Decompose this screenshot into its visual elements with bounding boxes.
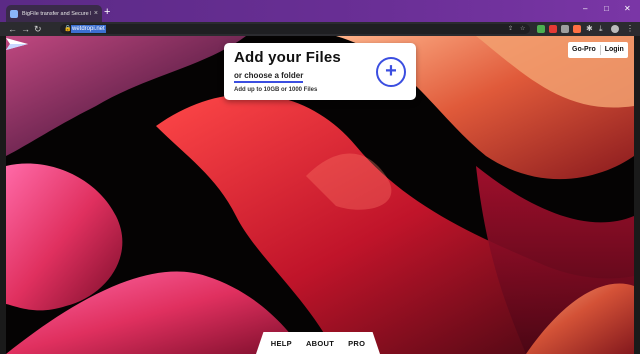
browser-toolbar: ← → ↻ 🔒 wetdropi.net ⇪ ☆ ✱ ⤓ ⋮ <box>0 22 640 36</box>
extension-icon[interactable] <box>573 25 581 33</box>
new-tab-button[interactable]: + <box>104 7 110 18</box>
site-favicon-icon <box>10 9 18 18</box>
address-bar[interactable]: 🔒 wetdropi.net ⇪ ☆ <box>60 24 530 34</box>
forward-button[interactable]: → <box>21 23 30 35</box>
upload-card[interactable]: Add your Files or choose a folder Add up… <box>224 43 416 100</box>
extension-icon[interactable] <box>561 25 569 33</box>
tab-close-icon[interactable]: × <box>94 10 98 17</box>
profile-avatar[interactable] <box>611 25 619 33</box>
tab-title: BigFile transfer and Secure File S <box>22 10 91 17</box>
reload-button[interactable]: ↻ <box>34 23 42 35</box>
browser-tab[interactable]: BigFile transfer and Secure File S × <box>6 5 102 22</box>
download-icon[interactable]: ⤓ <box>599 23 603 35</box>
footer-nav: HELP ABOUT PRO <box>256 332 380 354</box>
browser-menu-icon[interactable]: ⋮ <box>626 23 634 35</box>
footer-link-pro[interactable]: PRO <box>348 339 365 348</box>
bookmark-star-icon[interactable]: ☆ <box>520 25 525 33</box>
share-icon[interactable]: ⇪ <box>508 25 513 33</box>
close-window-button[interactable]: ✕ <box>624 4 631 14</box>
login-button[interactable]: Login <box>601 42 628 58</box>
page-viewport: Add your Files or choose a folder Add up… <box>6 36 634 354</box>
extension-icon[interactable] <box>537 25 545 33</box>
paper-plane-logo-icon[interactable] <box>6 36 28 52</box>
address-url[interactable]: wetdropi.net <box>71 25 106 33</box>
upload-title[interactable]: Add your Files <box>234 49 341 66</box>
back-button[interactable]: ← <box>8 23 17 35</box>
extensions-puzzle-icon[interactable]: ✱ <box>586 23 593 35</box>
footer-link-help[interactable]: HELP <box>271 339 292 348</box>
browser-tab-strip: BigFile transfer and Secure File S × + –… <box>0 0 640 22</box>
footer-link-about[interactable]: ABOUT <box>306 339 334 348</box>
minimize-window-button[interactable]: – <box>583 4 587 14</box>
upload-limit-text: Add up to 10GB or 1000 Files <box>234 87 318 93</box>
go-pro-button[interactable]: Go-Pro <box>568 42 600 58</box>
add-files-button[interactable]: + <box>376 57 406 87</box>
extension-icon[interactable] <box>549 25 557 33</box>
account-menu: Go-Pro Login <box>568 42 628 58</box>
maximize-window-button[interactable]: □ <box>604 4 609 14</box>
choose-folder-link[interactable]: or choose a folder <box>234 71 304 83</box>
